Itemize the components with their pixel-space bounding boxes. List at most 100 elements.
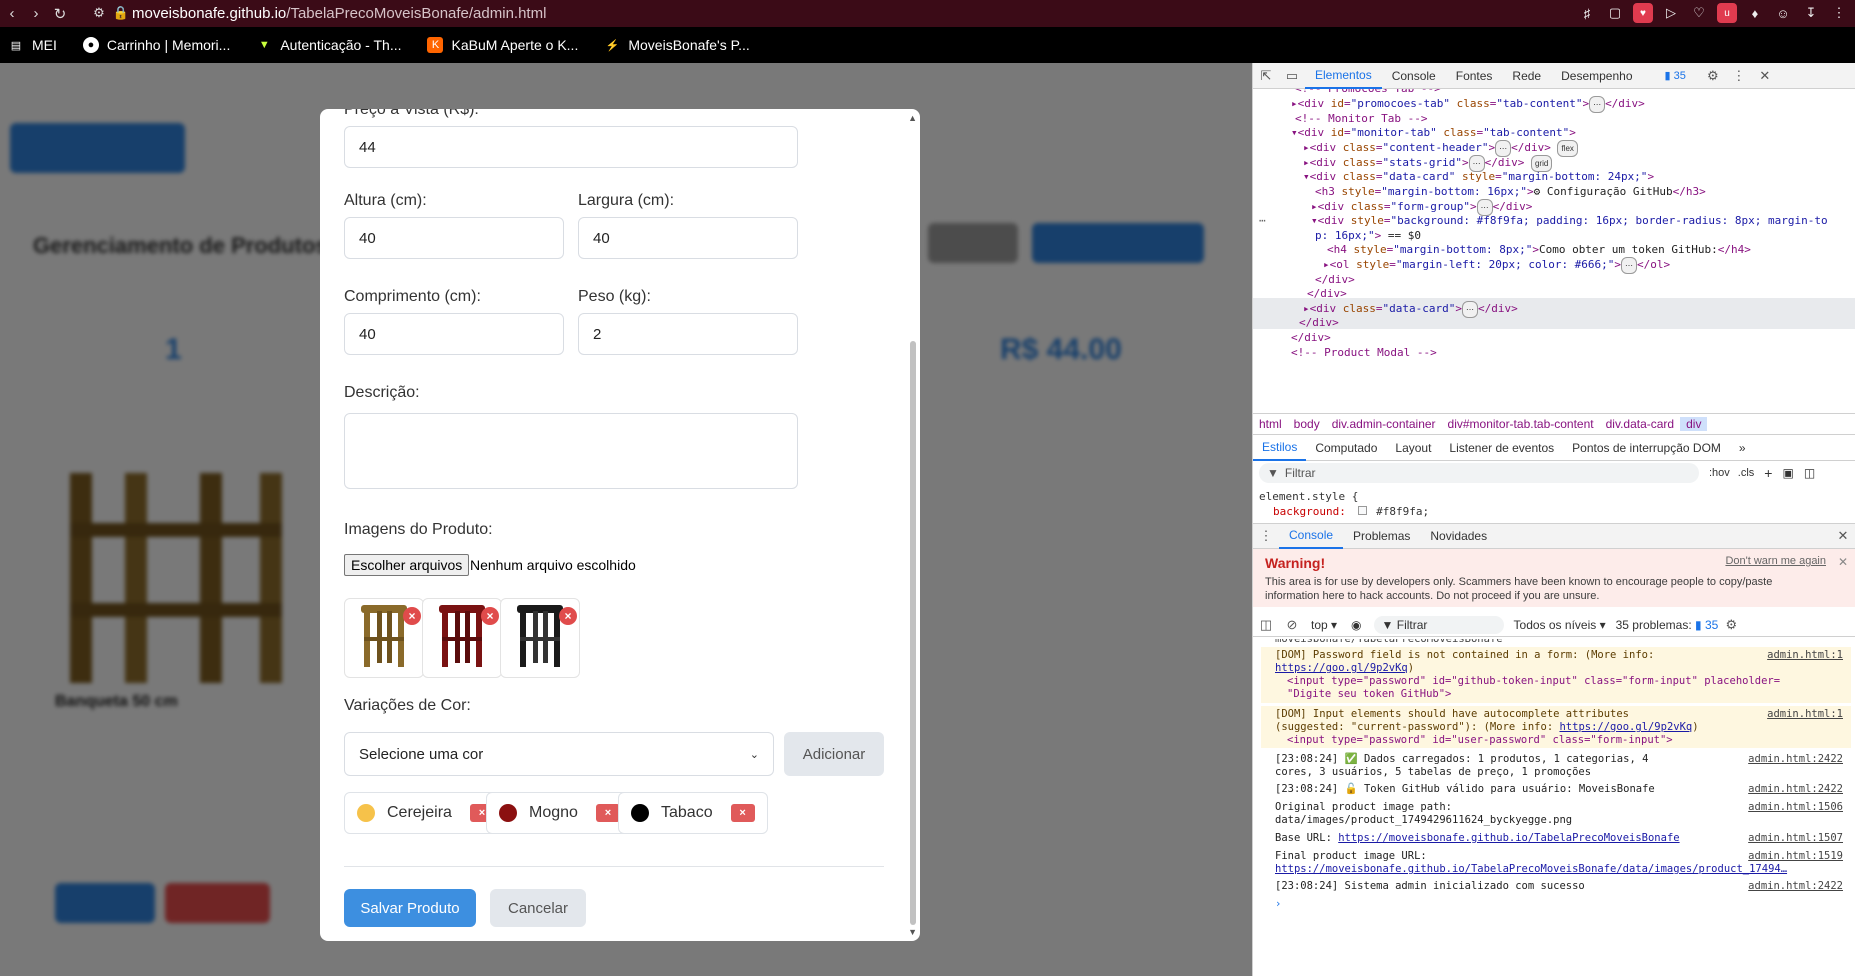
tab-console[interactable]: Console xyxy=(1382,63,1446,89)
source-link[interactable]: admin.html:2422 xyxy=(1748,753,1843,766)
height-input[interactable]: 40 xyxy=(344,217,564,259)
dom-line[interactable]: <h3 style="margin-bottom: 16px;">⚙ Confi… xyxy=(1315,184,1706,199)
levels-select[interactable]: Todos os níveis ▾ xyxy=(1514,618,1606,632)
add-rule-icon[interactable]: + xyxy=(1764,465,1772,481)
scroll-down-icon[interactable]: ▼ xyxy=(908,927,917,937)
tab-computado[interactable]: Computado xyxy=(1306,435,1386,461)
close-icon[interactable]: ✕ xyxy=(1752,68,1778,84)
remove-color-button[interactable]: × xyxy=(730,804,755,822)
device-toggle-icon[interactable]: ▭ xyxy=(1279,68,1305,84)
remove-image-button[interactable]: × xyxy=(559,607,577,625)
more-icon[interactable]: ⋮ xyxy=(1726,68,1752,84)
weight-input[interactable]: 2 xyxy=(578,313,798,355)
dom-line[interactable]: </div> xyxy=(1299,315,1339,330)
dom-line[interactable]: ▾<div class="data-card" style="margin-bo… xyxy=(1303,169,1654,184)
crumb-html[interactable]: html xyxy=(1253,417,1288,431)
menu-icon[interactable]: ⋮ xyxy=(1829,3,1849,23)
remove-color-button[interactable]: × xyxy=(595,804,620,822)
tab-elementos[interactable]: Elementos xyxy=(1305,63,1382,89)
tab-layout[interactable]: Layout xyxy=(1386,435,1440,461)
source-link[interactable]: admin.html:1 xyxy=(1767,708,1843,721)
issues-badge[interactable]: ▮ 35 xyxy=(1665,69,1686,82)
console-prompt[interactable]: › xyxy=(1261,896,1851,913)
bookmark-moveisbonafe[interactable]: ⚡ MoveisBonafe's P... xyxy=(596,37,749,53)
crumb-body[interactable]: body xyxy=(1288,417,1326,431)
color-swatch[interactable] xyxy=(1358,506,1368,515)
cancel-button[interactable]: Cancelar xyxy=(490,889,586,927)
bookmark-mei[interactable]: ▤ MEI xyxy=(0,37,57,53)
console-filter-input[interactable]: ▼ Filtrar xyxy=(1373,615,1504,634)
back-icon[interactable]: ‹ xyxy=(0,5,24,22)
dom-line[interactable]: p: 16px;"> == $0 xyxy=(1315,228,1421,243)
dom-line[interactable]: </div> xyxy=(1291,330,1331,345)
source-link[interactable]: admin.html:2422 xyxy=(1748,783,1843,796)
source-link[interactable]: admin.html:1 xyxy=(1767,649,1843,662)
bookmark-icon[interactable]: ♯ xyxy=(1577,3,1597,23)
tab-rede[interactable]: Rede xyxy=(1502,63,1551,89)
site-settings-icon[interactable]: ⚙ xyxy=(88,5,110,21)
context-select[interactable]: top ▾ xyxy=(1311,618,1337,632)
description-textarea[interactable] xyxy=(344,413,798,489)
modal-scrollbar[interactable]: ▲ ▼ xyxy=(906,109,920,941)
drawer-menu-icon[interactable]: ⋮ xyxy=(1253,528,1279,544)
eye-icon[interactable]: ◉ xyxy=(1351,618,1361,632)
dom-line[interactable]: ▾<div id="monitor-tab" class="tab-conten… xyxy=(1291,125,1576,140)
inspect-icon[interactable]: ⇱ xyxy=(1253,68,1279,84)
tab-desempenho[interactable]: Desempenho xyxy=(1551,63,1642,89)
sidebar-toggle-icon[interactable]: ◫ xyxy=(1253,617,1279,633)
crumb-admin-container[interactable]: div.admin-container xyxy=(1326,417,1442,431)
ublock-icon[interactable]: u xyxy=(1717,3,1737,23)
forward-icon[interactable]: › xyxy=(24,5,48,22)
dom-line[interactable]: <!-- Monitor Tab --> xyxy=(1295,111,1427,126)
drawer-tab-console[interactable]: Console xyxy=(1279,523,1344,549)
reload-icon[interactable]: ↻ xyxy=(48,5,72,23)
tab-fontes[interactable]: Fontes xyxy=(1446,63,1503,89)
more-tabs-icon[interactable]: » xyxy=(1730,435,1755,461)
dont-warn-link[interactable]: Don't warn me again xyxy=(1725,555,1826,567)
source-link[interactable]: admin.html:2422 xyxy=(1748,880,1843,893)
save-product-button[interactable]: Salvar Produto xyxy=(344,889,476,927)
crumb-div[interactable]: div xyxy=(1680,417,1708,431)
choose-files-button[interactable]: Escolher arquivos xyxy=(344,554,470,576)
add-color-button[interactable]: Adicionar xyxy=(784,732,884,776)
address-bar[interactable]: ⚙ 🔒 moveisbonafe.github.io /TabelaPrecoM… xyxy=(88,2,1568,24)
tab-listener[interactable]: Listener de eventos xyxy=(1440,435,1563,461)
dom-line[interactable]: ▸<ol style="margin-left: 20px; color: #6… xyxy=(1323,257,1670,274)
source-link[interactable]: admin.html:1507 xyxy=(1748,832,1843,845)
console-settings-icon[interactable]: ⚙ xyxy=(1718,617,1744,633)
hov-toggle[interactable]: :hov xyxy=(1709,467,1730,479)
pocket-icon[interactable]: ♥ xyxy=(1633,3,1653,23)
remove-image-button[interactable]: × xyxy=(403,607,421,625)
tab-estilos[interactable]: Estilos xyxy=(1253,435,1307,461)
crumb-monitor-tab[interactable]: div#monitor-tab.tab-content xyxy=(1442,417,1600,431)
dom-line[interactable]: <!-- Promocoes Tab --> xyxy=(1295,89,1441,96)
problems-count[interactable]: 35 problemas: ▮ 35 xyxy=(1616,618,1719,632)
bookmark-autenticacao[interactable]: ▼ Autenticação - Th... xyxy=(248,37,402,53)
extensions-icon[interactable]: ♦ xyxy=(1745,3,1765,23)
cls-toggle[interactable]: .cls xyxy=(1738,467,1755,479)
scroll-up-icon[interactable]: ▲ xyxy=(908,113,917,123)
width-input[interactable]: 40 xyxy=(578,217,798,259)
drawer-tab-problemas[interactable]: Problemas xyxy=(1343,523,1420,549)
length-input[interactable]: 40 xyxy=(344,313,564,355)
sidebar-icon[interactable]: ◫ xyxy=(1804,466,1815,480)
styles-filter-input[interactable]: ▼ Filtrar xyxy=(1259,463,1699,483)
bookmark-kabum[interactable]: K KaBuM Aperte o K... xyxy=(419,37,578,53)
drawer-tab-novidades[interactable]: Novidades xyxy=(1420,523,1497,549)
bookmark-carrinho[interactable]: ● Carrinho | Memori... xyxy=(75,37,230,53)
source-link[interactable]: admin.html:1519 xyxy=(1748,850,1843,863)
screenshot-icon[interactable]: ▢ xyxy=(1605,3,1625,23)
dom-line[interactable]: <!-- Product Modal --> xyxy=(1291,345,1437,360)
clear-console-icon[interactable]: ⊘ xyxy=(1279,617,1305,633)
source-link[interactable]: admin.html:1506 xyxy=(1748,801,1843,814)
paint-icon[interactable]: ▣ xyxy=(1782,466,1793,480)
crumb-data-card[interactable]: div.data-card xyxy=(1600,417,1680,431)
dom-line[interactable]: </div> xyxy=(1315,272,1355,287)
remove-image-button[interactable]: × xyxy=(481,607,499,625)
heart-icon[interactable]: ♡ xyxy=(1689,3,1709,23)
profile-icon[interactable]: ☺ xyxy=(1773,3,1793,23)
color-select[interactable]: Selecione uma cor ⌄ xyxy=(344,732,774,776)
close-warning-icon[interactable]: ✕ xyxy=(1838,555,1848,569)
dom-line[interactable]: </div> xyxy=(1307,286,1347,301)
dom-line[interactable]: <h4 style="margin-bottom: 8px;">Como obt… xyxy=(1327,242,1751,257)
